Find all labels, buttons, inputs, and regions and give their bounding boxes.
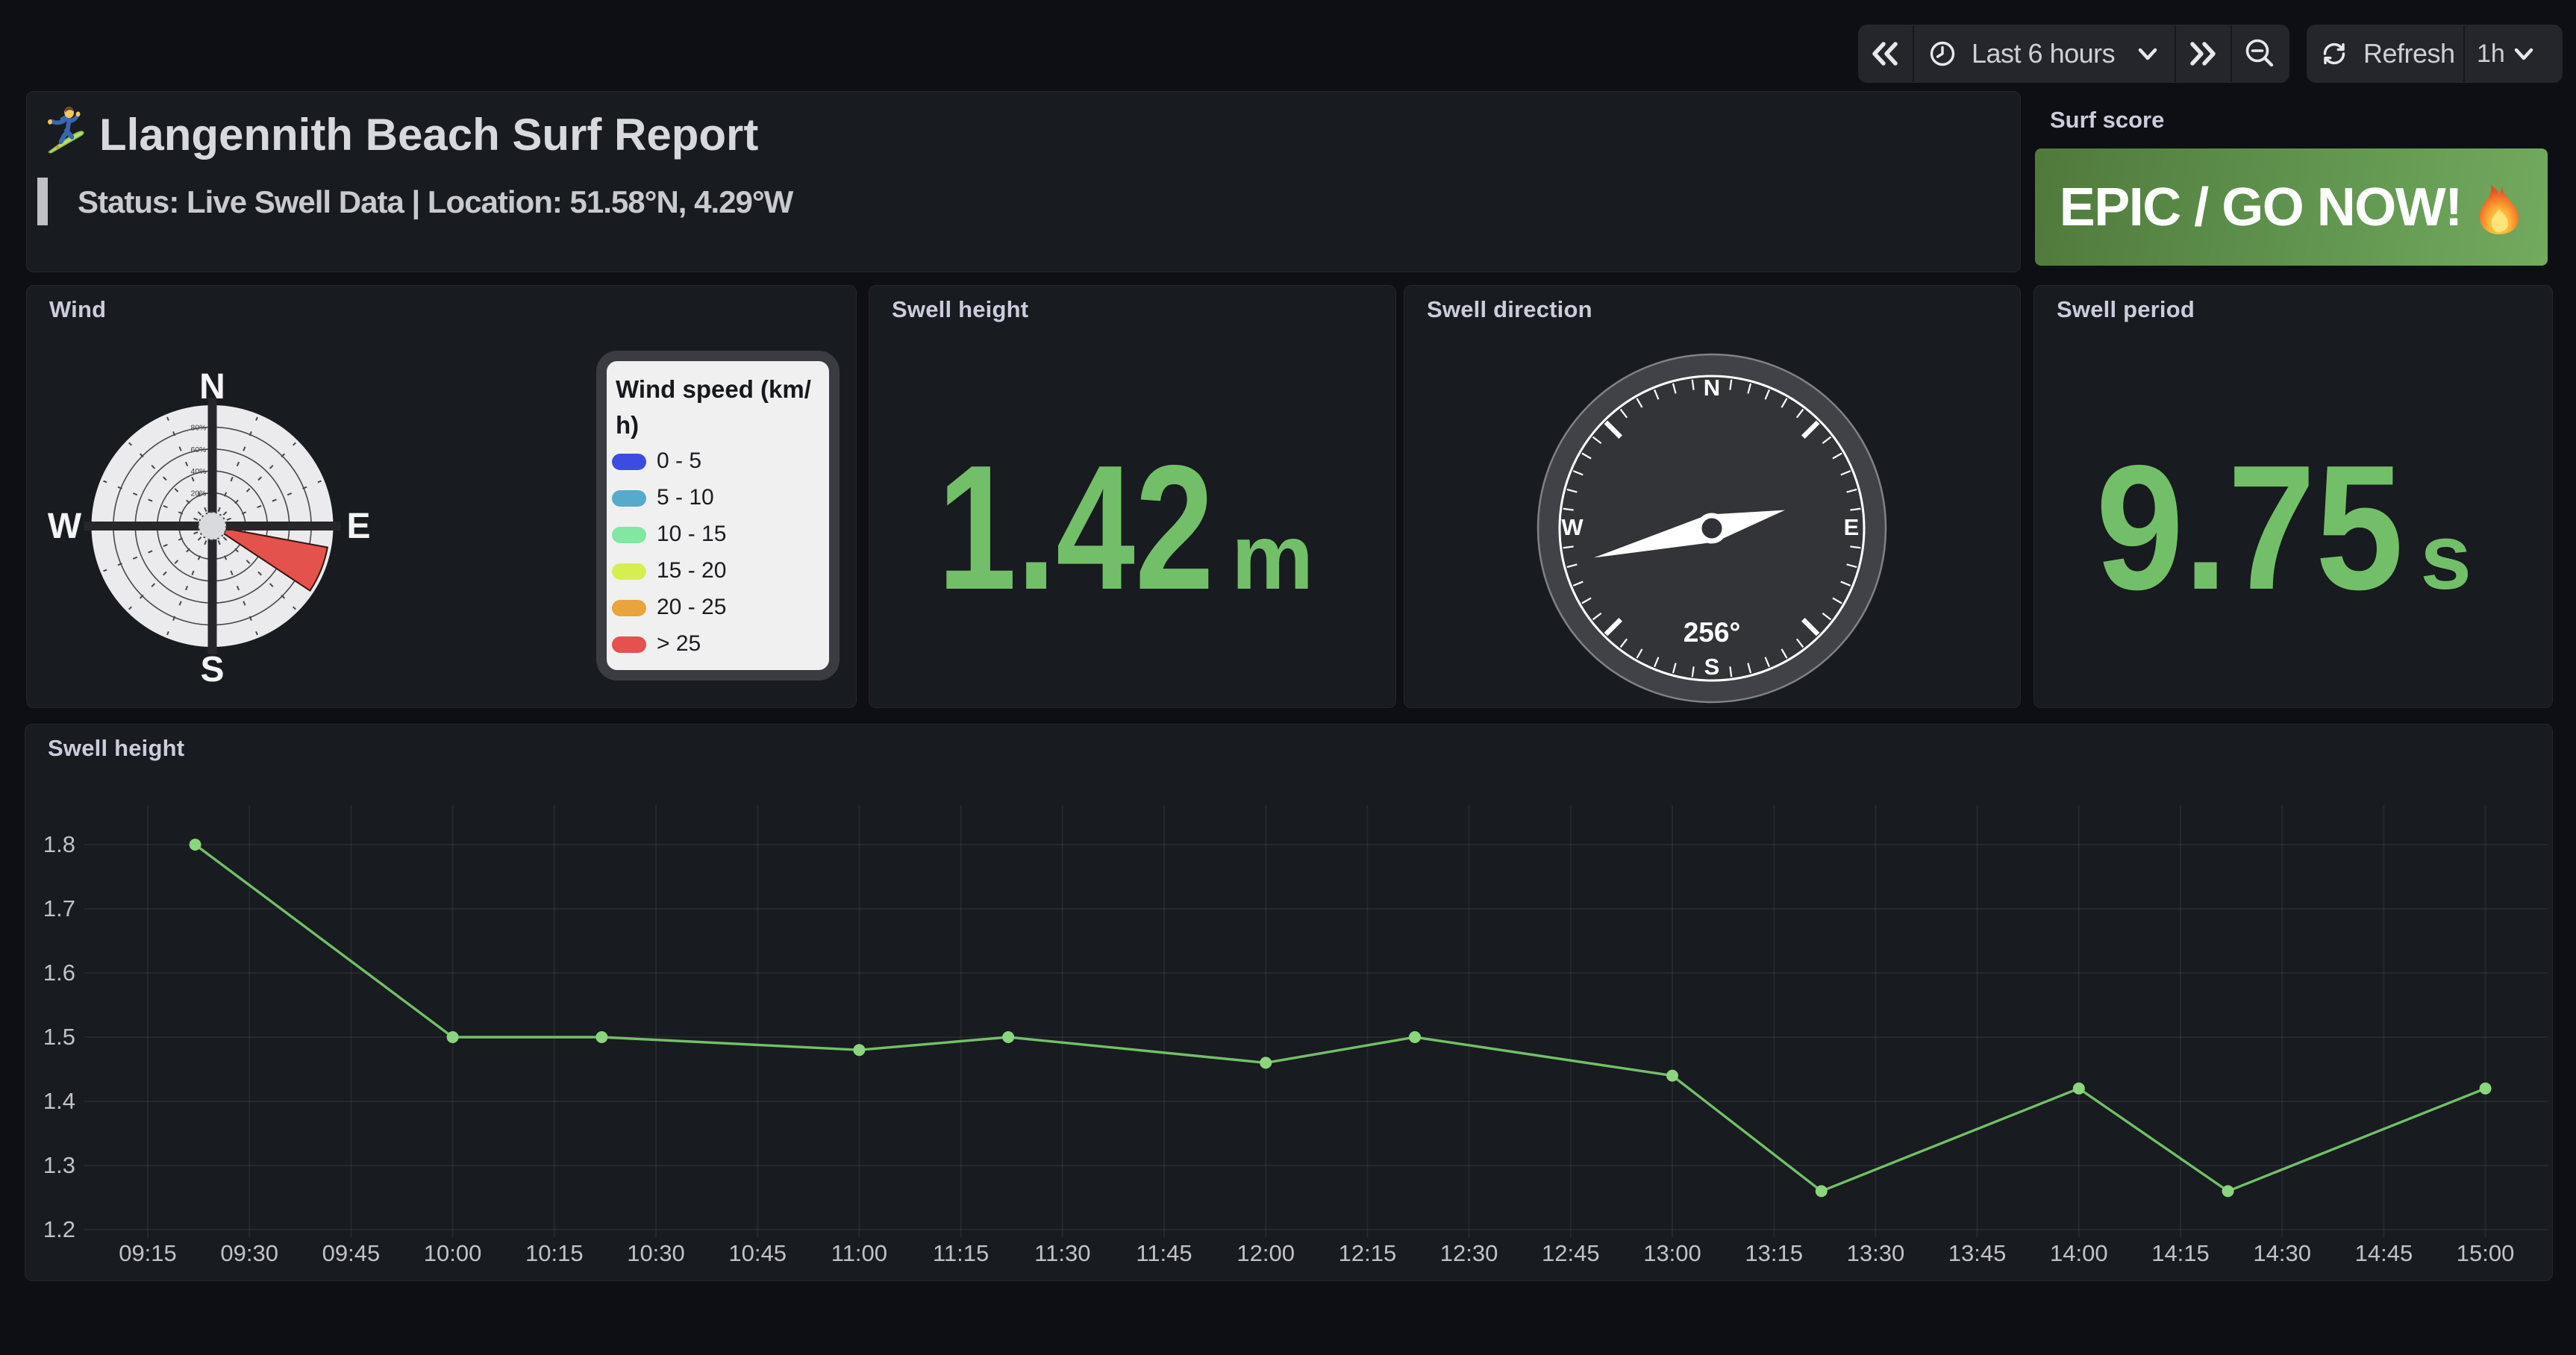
svg-text:10:00: 10:00 — [424, 1240, 482, 1266]
svg-text:1.3: 1.3 — [43, 1152, 75, 1178]
svg-text:1.4: 1.4 — [43, 1088, 75, 1114]
svg-text:12:15: 12:15 — [1339, 1240, 1397, 1266]
svg-text:W: W — [1561, 514, 1584, 540]
svg-text:13:30: 13:30 — [1847, 1240, 1905, 1266]
svg-text:13:45: 13:45 — [1948, 1240, 2007, 1266]
svg-text:14:45: 14:45 — [2355, 1240, 2413, 1266]
svg-text:12:30: 12:30 — [1440, 1240, 1498, 1266]
svg-text:11:00: 11:00 — [831, 1240, 887, 1266]
svg-text:1.6: 1.6 — [43, 960, 75, 986]
svg-text:10:15: 10:15 — [525, 1240, 584, 1266]
svg-text:11:15: 11:15 — [933, 1240, 989, 1266]
svg-text:14:00: 14:00 — [2050, 1240, 2108, 1266]
svg-text:E: E — [1844, 514, 1860, 540]
svg-text:1.7: 1.7 — [43, 895, 75, 921]
svg-text:11:30: 11:30 — [1034, 1240, 1090, 1266]
svg-text:09:45: 09:45 — [322, 1240, 381, 1266]
svg-text:10:45: 10:45 — [728, 1240, 787, 1266]
svg-text:12:45: 12:45 — [1542, 1240, 1600, 1266]
svg-text:11:45: 11:45 — [1136, 1240, 1192, 1266]
svg-text:1.2: 1.2 — [43, 1216, 75, 1242]
svg-text:1.8: 1.8 — [43, 831, 75, 857]
svg-text:40%: 40% — [190, 467, 206, 476]
svg-text:N: N — [1704, 375, 1720, 401]
svg-text:S: S — [200, 650, 224, 689]
svg-text:13:00: 13:00 — [1643, 1240, 1701, 1266]
svg-text:W: W — [48, 507, 82, 546]
svg-text:14:30: 14:30 — [2253, 1240, 2311, 1266]
svg-text:80%: 80% — [190, 423, 206, 432]
svg-text:1.5: 1.5 — [43, 1024, 75, 1050]
svg-text:13:15: 13:15 — [1745, 1240, 1803, 1266]
svg-text:10:30: 10:30 — [627, 1240, 685, 1266]
svg-text:14:15: 14:15 — [2151, 1240, 2210, 1266]
svg-text:N: N — [199, 367, 225, 407]
svg-text:09:15: 09:15 — [119, 1240, 177, 1266]
svg-text:E: E — [346, 507, 370, 546]
svg-text:09:30: 09:30 — [220, 1240, 278, 1266]
svg-text:12:00: 12:00 — [1237, 1240, 1295, 1266]
svg-text:15:00: 15:00 — [2457, 1240, 2515, 1266]
svg-text:20%: 20% — [190, 489, 206, 498]
svg-text:S: S — [1704, 654, 1720, 680]
svg-text:256°: 256° — [1684, 617, 1741, 648]
svg-text:60%: 60% — [190, 445, 206, 454]
